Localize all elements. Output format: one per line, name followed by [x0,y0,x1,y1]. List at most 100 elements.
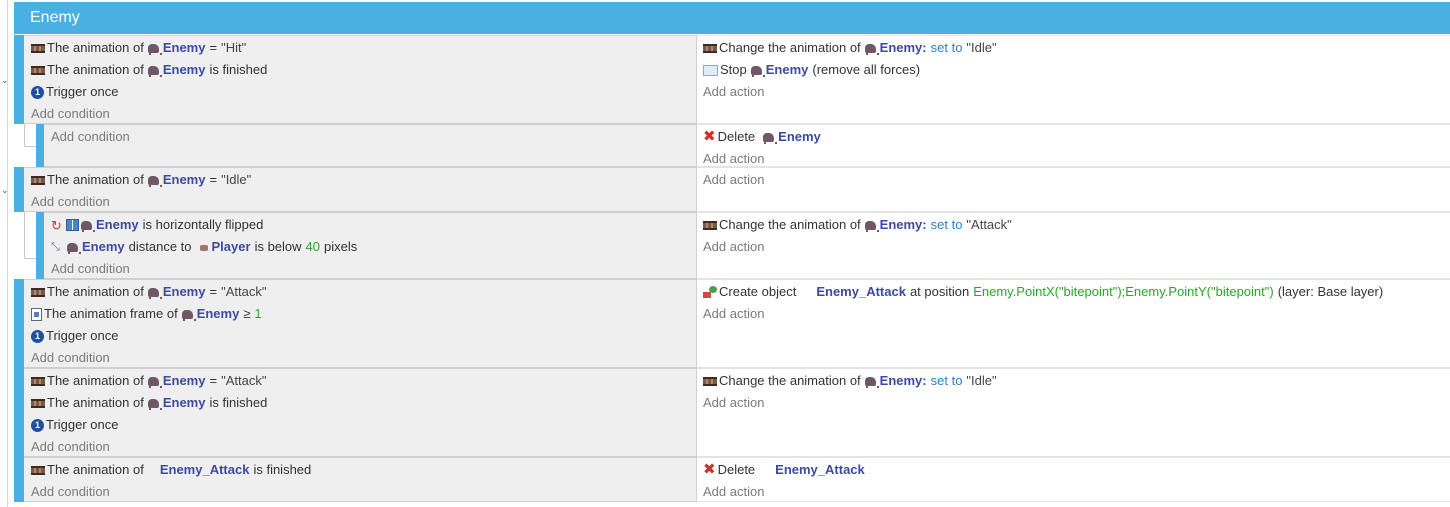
condition[interactable]: 1 Trigger once [31,417,696,439]
add-condition-link[interactable]: Add condition [31,350,696,370]
object-name: Enemy [162,284,206,299]
add-condition-link[interactable]: Add condition [31,484,696,504]
add-action-link[interactable]: Add action [703,84,1450,104]
object-name: Enemy: [879,373,927,388]
add-condition-link[interactable]: Add condition [51,129,696,149]
sub-event-row[interactable]: ↻ Enemy is horizontally flipped ⤡ Enemy … [36,212,1450,279]
action[interactable]: ✖ Delete Enemy [703,129,1450,151]
enemy-sprite-icon [864,377,879,388]
object-name: Enemy [162,40,206,55]
condition[interactable]: The animation frame of Enemy ≥ 1 [31,306,696,328]
add-action-link[interactable]: Add action [703,306,1450,326]
condition[interactable]: The animation of Enemy = "Attack" [31,373,696,395]
event-handle[interactable] [14,457,24,502]
conditions-panel[interactable]: The animation of Enemy = "Hit" The anima… [24,35,697,124]
conditions-panel[interactable]: The animation of Enemy = "Idle" Add cond… [24,167,697,212]
create-object-icon [703,286,717,298]
add-action-link[interactable]: Add action [703,484,1450,504]
object-name: Enemy_Attack [816,284,906,299]
stop-forces-icon [703,65,718,76]
condition[interactable]: ⤡ Enemy distance to Player is below 40 p… [51,239,696,261]
actions-panel[interactable]: Create object Enemy_Attack at position E… [697,279,1450,368]
conditions-panel[interactable]: The animation of Enemy = "Attack" The an… [24,368,697,457]
object-name: Enemy [82,239,125,254]
action[interactable]: Change the animation of Enemy: set to "A… [703,217,1450,239]
action[interactable]: Change the animation of Enemy: set to "I… [703,373,1450,395]
animation-icon [31,377,45,386]
conditions-panel[interactable]: The animation of Enemy = "Attack" The an… [24,279,697,368]
enemy-sprite-icon [763,133,778,144]
actions-panel[interactable]: Change the animation of Enemy: set to "A… [697,212,1450,279]
condition[interactable]: The animation of Enemy is finished [31,395,696,417]
event-row[interactable]: The animation of Enemy = "Hit" The anima… [14,35,1450,124]
tree-line [24,124,25,146]
event-row[interactable]: The animation of Enemy = "Idle" Add cond… [14,167,1450,212]
enemy-sprite-icon [181,310,196,321]
event-handle[interactable] [14,167,24,212]
tree-line [24,258,36,259]
group-header[interactable]: Enemy [14,2,1450,34]
enemy-sprite-icon [864,221,879,232]
actions-panel[interactable]: ✖ Delete Enemy_Attack Add action [697,457,1450,502]
condition[interactable]: 1 Trigger once [31,84,696,106]
animation-icon [703,377,717,386]
conditions-panel[interactable]: Add condition [44,124,697,167]
add-action-link[interactable]: Add action [703,395,1450,415]
conditions-panel[interactable]: ↻ Enemy is horizontally flipped ⤡ Enemy … [44,212,697,279]
delete-icon: ✖ [703,461,716,478]
action[interactable]: Create object Enemy_Attack at position E… [703,284,1450,306]
animation-icon [31,44,45,53]
add-condition-link[interactable]: Add condition [31,194,696,214]
condition[interactable]: The animation of Enemy = "Attack" [31,284,696,306]
collapse-chevron-icon[interactable]: ⌄ [1,186,9,195]
condition[interactable]: The animation of Enemy is finished [31,62,696,84]
action[interactable]: Stop Enemy (remove all forces) [703,62,1450,84]
enemy-sprite-icon [147,176,162,187]
trigger-once-icon: 1 [31,86,44,99]
object-name: Enemy_Attack [159,462,250,477]
enemy-sprite-icon [67,243,81,254]
add-action-link[interactable]: Add action [703,172,1450,192]
add-condition-link[interactable]: Add condition [31,106,696,126]
event-handle[interactable] [36,212,44,279]
animation-icon [703,44,717,53]
tree-line [24,212,25,258]
event-handle[interactable] [14,279,24,368]
conditions-panel[interactable]: The animation of Enemy_Attack is finishe… [24,457,697,502]
collapse-chevron-icon[interactable]: ⌄ [1,76,9,85]
enemy-attack-sprite-icon [148,463,158,473]
enemy-sprite-icon [81,221,95,232]
sub-event-row[interactable]: Add condition ✖ Delete Enemy Add action [36,124,1450,167]
condition[interactable]: ↻ Enemy is horizontally flipped [51,217,696,239]
event-handle[interactable] [14,35,24,124]
add-action-link[interactable]: Add action [703,239,1450,259]
event-row[interactable]: The animation of Enemy = "Attack" The an… [14,368,1450,457]
event-handle[interactable] [14,368,24,457]
object-name: Player [211,239,251,254]
distance-icon: ⤡ [51,241,60,253]
actions-panel[interactable]: ✖ Delete Enemy Add action [697,124,1450,167]
event-row[interactable]: The animation of Enemy = "Attack" The an… [14,279,1450,368]
condition[interactable]: The animation of Enemy = "Idle" [31,172,696,194]
animation-icon [31,176,45,185]
action[interactable]: Change the animation of Enemy: set to "I… [703,40,1450,62]
enemy-sprite-icon [147,288,162,299]
actions-panel[interactable]: Add action [697,167,1450,212]
flip-icon [66,219,79,231]
group-title: Enemy [30,9,80,26]
object-name: Enemy_Attack [775,462,865,477]
condition[interactable]: The animation of Enemy = "Hit" [31,40,696,62]
actions-panel[interactable]: Change the animation of Enemy: set to "I… [697,35,1450,124]
invert-icon: ↻ [51,218,62,233]
event-handle[interactable] [36,124,44,167]
condition[interactable]: The animation of Enemy_Attack is finishe… [31,462,696,484]
actions-panel[interactable]: Change the animation of Enemy: set to "I… [697,368,1450,457]
action[interactable]: ✖ Delete Enemy_Attack [703,462,1450,484]
event-row[interactable]: The animation of Enemy_Attack is finishe… [14,457,1450,502]
enemy-sprite-icon [147,44,162,55]
add-condition-link[interactable]: Add condition [31,439,696,459]
enemy-sprite-icon [147,399,162,410]
object-name: Enemy: [879,217,927,232]
condition[interactable]: 1 Trigger once [31,328,696,350]
add-condition-link[interactable]: Add condition [51,261,696,281]
